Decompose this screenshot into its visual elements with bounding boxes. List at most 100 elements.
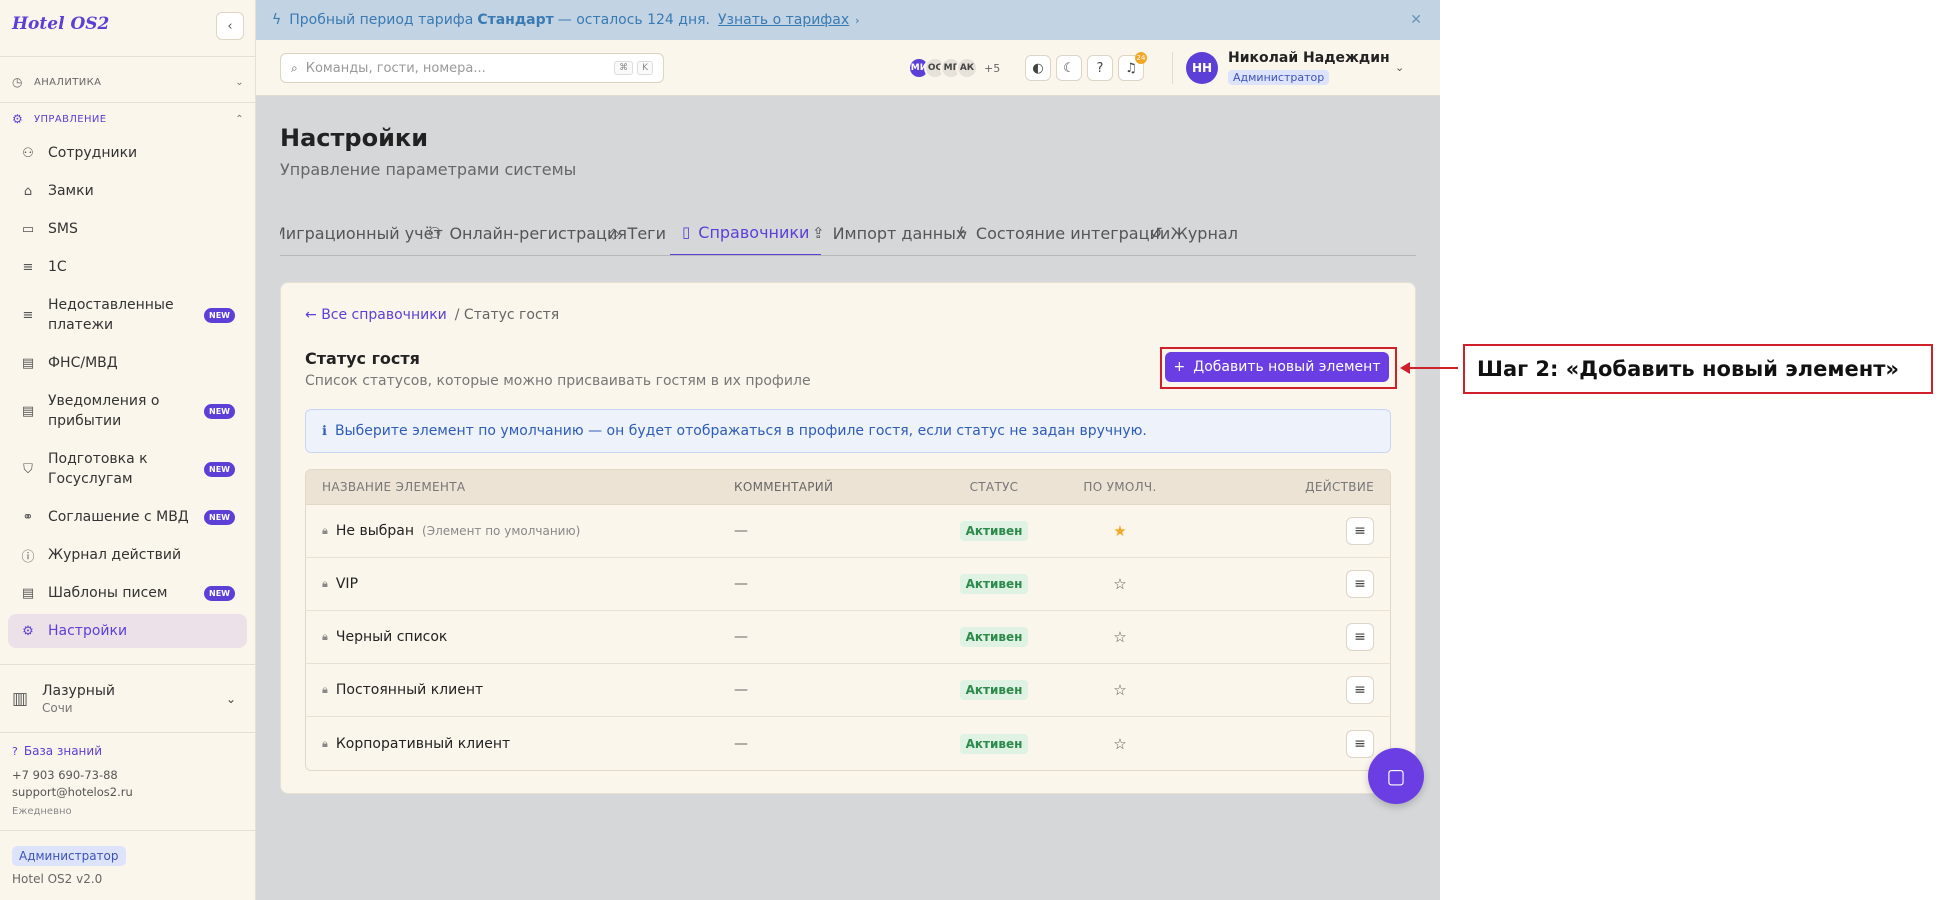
chat-button[interactable]: ▢ [1368,748,1424,804]
row-menu-button[interactable]: ≡ [1346,623,1374,651]
star-icon[interactable]: ☆ [1113,735,1126,753]
info-banner: ℹ Выберите элемент по умолчанию — он буд… [305,409,1391,453]
row-menu-button[interactable]: ≡ [1346,570,1374,598]
sidebar-item-1c[interactable]: ≡ 1С [8,254,247,280]
table-row[interactable]: 🔒︎ Корпоративный клиент — Активен ☆ ≡ [306,717,1390,770]
tab-tags[interactable]: ◇ Теги [608,210,666,255]
hotel-name: Лазурный [42,683,116,699]
help-icon: ? [1096,60,1104,76]
chat-icon: ▢ [1386,764,1406,788]
sidebar-item-label: Настройки [48,623,128,639]
info-icon: ℹ [322,423,327,439]
document-icon: ▤ [21,355,35,371]
support-phone[interactable]: +7 903 690-73-88 [12,768,118,782]
hotel-selector[interactable]: ▥ Лазурный Сочи ⌄ [12,676,244,722]
theme-button[interactable]: ◐ [1025,55,1051,81]
knowledge-base-label: База знаний [23,744,103,758]
sidebar-item-label: Сотрудники [48,145,138,161]
online-users[interactable]: МИ ОС МГ АК +5 [908,57,1000,79]
search-input[interactable]: ⌕ Команды, гости, номера... ⌘ K [280,53,664,83]
tab-data-import[interactable]: ⇪ Импорт данных [812,210,965,255]
sidebar-item-mvd-agreement[interactable]: ⚭ Соглашение с МВД NEW [8,504,247,530]
column-header-status[interactable]: СТАТУС [934,480,1054,494]
sidebar-item-gosuslugi[interactable]: ⛉ Подготовка к Госуслугам NEW [8,448,247,490]
table-row[interactable]: 🔒︎ Постоянный клиент — Активен ☆ ≡ [306,664,1390,717]
row-menu-button[interactable]: ≡ [1346,676,1374,704]
back-link[interactable]: ← Все справочники [305,307,447,323]
user-role-badge: Администратор [1228,70,1330,85]
status-badge: Активен [959,627,1029,647]
table-row[interactable]: 🔒︎ Не выбран (Элемент по умолчанию) — Акти… [306,505,1390,558]
sidebar-item-fns-mvd[interactable]: ▤ ФНС/МВД [8,350,247,376]
status-badge: Активен [959,574,1029,594]
chevron-down-icon[interactable]: ⌄ [1395,61,1404,74]
sidebar-item-email-templates[interactable]: ▤ Шаблоны писем NEW [8,580,247,606]
app-logo[interactable]: Hotel OS2 [12,14,109,34]
dark-mode-button[interactable]: ☾ [1056,55,1082,81]
collapse-sidebar-button[interactable]: ‹ [216,12,244,40]
tab-online-registration[interactable]: ⚇ Онлайн-регистрация [428,210,627,255]
knowledge-base-link[interactable]: ? База знаний [12,744,102,758]
sidebar: Hotel OS2 ‹ ◷ АНАЛИТИКА ⌄ ⚙ УПРАВЛЕНИЕ ⌃… [0,0,256,900]
column-header-default[interactable]: ПО УМОЛЧ. [1054,480,1186,494]
sidebar-item-undelivered-payments[interactable]: ≡ Недоставленные платежи NEW [8,294,247,336]
sidebar-item-label: 1С [48,259,67,275]
tab-migration[interactable]: Миграционный учёт [280,210,443,255]
section-analytics[interactable]: ◷ АНАЛИТИКА ⌄ [12,72,244,92]
star-filled-icon[interactable]: ★ [1113,522,1126,540]
sidebar-item-staff[interactable]: ⚇ Сотрудники [8,140,247,166]
kbd-cmd: ⌘ [614,61,634,75]
sidebar-item-label: Шаблоны писем [48,585,168,601]
item-comment: — [734,629,748,645]
main-area: ϟ Пробный период тарифа Стандарт — остал… [256,0,1440,900]
row-menu-button[interactable]: ≡ [1346,729,1374,758]
trial-plan: Стандарт [477,12,554,28]
info-text: Выберите элемент по умолчанию — он будет… [334,423,1147,439]
sidebar-item-sms[interactable]: ▭ SMS [8,216,247,242]
sidebar-item-action-log[interactable]: ⓘ Журнал действий [8,542,247,568]
user-avatar[interactable]: НН [1186,52,1218,84]
sidebar-item-label: Соглашение с МВД [48,509,189,525]
item-comment: — [734,576,748,592]
item-comment: — [734,735,748,752]
column-header-comment[interactable]: КОММЕНТАРИЙ [734,480,934,494]
new-badge: NEW [204,461,235,477]
close-icon[interactable]: ✕ [1410,12,1422,28]
sidebar-item-settings[interactable]: ⚙ Настройки [8,614,247,648]
search-placeholder: Команды, гости, номера... [305,60,486,76]
topbar-divider [1172,52,1173,84]
sidebar-item-arrival-notifications[interactable]: ▤ Уведомления о прибытии NEW [8,390,247,432]
column-header-action: ДЕЙСТВИЕ [1305,480,1374,494]
lock-icon: 🔒︎ [322,683,328,696]
new-badge: NEW [204,307,235,323]
moon-icon: ☾ [1063,60,1075,76]
menu-icon: ≡ [1354,576,1366,592]
notifications-button[interactable]: ♫ 24 [1118,52,1147,81]
chevron-down-icon: ⌄ [235,76,244,88]
table-row[interactable]: 🔒︎ VIP — Активен ☆ ≡ [306,558,1390,611]
tab-directories[interactable]: ▯ Справочники [670,210,822,255]
sidebar-item-label: Подготовка к Госуслугам [48,451,148,487]
document-icon: ▤ [21,585,35,601]
card-subtitle: Список статусов, которые можно присваива… [305,373,811,389]
support-email[interactable]: support@hotelos2.ru [12,785,133,799]
item-comment: — [734,523,748,539]
sidebar-divider [0,732,256,733]
chevron-right-icon: › [855,13,860,27]
star-icon[interactable]: ☆ [1113,628,1126,646]
user-name[interactable]: Николай Надеждин [1228,50,1390,66]
star-icon[interactable]: ☆ [1113,575,1126,593]
new-badge: NEW [204,585,235,601]
help-button[interactable]: ? [1087,55,1113,81]
chevron-left-icon: ‹ [227,18,233,34]
tab-journal[interactable]: ↺ Журнал [1150,210,1238,255]
table-row[interactable]: 🔒︎ Черный список — Активен ☆ ≡ [306,611,1390,664]
pricing-link[interactable]: Узнать о тарифах [718,12,849,28]
star-icon[interactable]: ☆ [1113,681,1126,699]
section-management[interactable]: ⚙ УПРАВЛЕНИЕ ⌃ [12,109,244,129]
row-menu-button[interactable]: ≡ [1346,517,1374,545]
lock-icon: 🔒︎ [322,577,328,590]
sidebar-item-locks[interactable]: ⌂ Замки [8,178,247,204]
tab-integration-status[interactable]: ϟ Состояние интеграции [958,210,1170,255]
column-header-name[interactable]: НАЗВАНИЕ ЭЛЕМЕНТА [306,480,734,494]
